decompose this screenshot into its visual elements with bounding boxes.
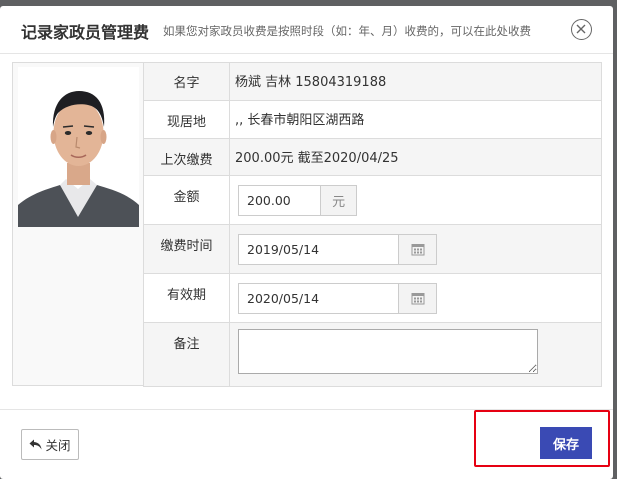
- amount-value[interactable]: 200.00: [239, 186, 320, 215]
- valid-until-value[interactable]: 2020/05/14: [239, 284, 398, 313]
- modal-header: 记录家政员管理费 如果您对家政员收费是按照时段（如：年、月）收费的，可以在此处收…: [0, 6, 613, 54]
- amount-label: 金额: [173, 190, 200, 205]
- name-label: 名字: [173, 76, 200, 91]
- row-last-payment: 上次缴费 200.00元 截至2020/04/25: [143, 138, 602, 176]
- photo-cell: [12, 62, 144, 386]
- note-textarea[interactable]: [238, 329, 538, 374]
- valid-until-input[interactable]: 2020/05/14: [238, 282, 437, 314]
- profile-photo: [18, 67, 139, 227]
- modal-footer: 关闭 保存: [0, 409, 613, 479]
- row-valid-until: 有效期 2020/05/14: [143, 273, 602, 323]
- info-table: 名字 杨斌 吉林 15804319188 现居地 ,, 长春市朝阳区湖西路 上次…: [143, 62, 602, 387]
- amount-input[interactable]: 200.00 元: [238, 184, 357, 216]
- row-amount: 金额 200.00 元: [143, 175, 602, 225]
- last-payment-label: 上次缴费: [160, 153, 213, 168]
- residence-label: 现居地: [166, 115, 206, 130]
- fee-modal: 记录家政员管理费 如果您对家政员收费是按照时段（如：年、月）收费的，可以在此处收…: [0, 6, 613, 479]
- payment-time-input[interactable]: 2019/05/14: [238, 233, 437, 265]
- form-body: 名字 杨斌 吉林 15804319188 现居地 ,, 长春市朝阳区湖西路 上次…: [12, 62, 602, 387]
- calendar-icon[interactable]: [398, 283, 436, 313]
- row-name: 名字 杨斌 吉林 15804319188: [143, 62, 602, 101]
- close-button-label: 关闭: [45, 438, 71, 453]
- residence-value: ,, 长春市朝阳区湖西路: [235, 113, 365, 128]
- close-button[interactable]: 关闭: [21, 429, 79, 460]
- close-icon[interactable]: [571, 19, 592, 40]
- amount-unit: 元: [320, 185, 356, 215]
- payment-time-label: 缴费时间: [160, 239, 213, 254]
- row-payment-time: 缴费时间 2019/05/14: [143, 224, 602, 274]
- last-payment-value: 200.00元 截至2020/04/25: [235, 151, 399, 166]
- valid-until-label: 有效期: [166, 288, 206, 303]
- note-label: 备注: [173, 337, 200, 352]
- reply-icon: [29, 439, 42, 450]
- calendar-icon[interactable]: [398, 234, 436, 264]
- row-note: 备注: [143, 322, 602, 387]
- modal-subtitle: 如果您对家政员收费是按照时段（如：年、月）收费的，可以在此处收费: [163, 24, 531, 38]
- name-value: 杨斌 吉林 15804319188: [235, 75, 387, 90]
- row-residence: 现居地 ,, 长春市朝阳区湖西路: [143, 100, 602, 139]
- save-button[interactable]: 保存: [540, 427, 592, 459]
- modal-title: 记录家政员管理费: [21, 23, 150, 42]
- payment-time-value[interactable]: 2019/05/14: [239, 235, 398, 264]
